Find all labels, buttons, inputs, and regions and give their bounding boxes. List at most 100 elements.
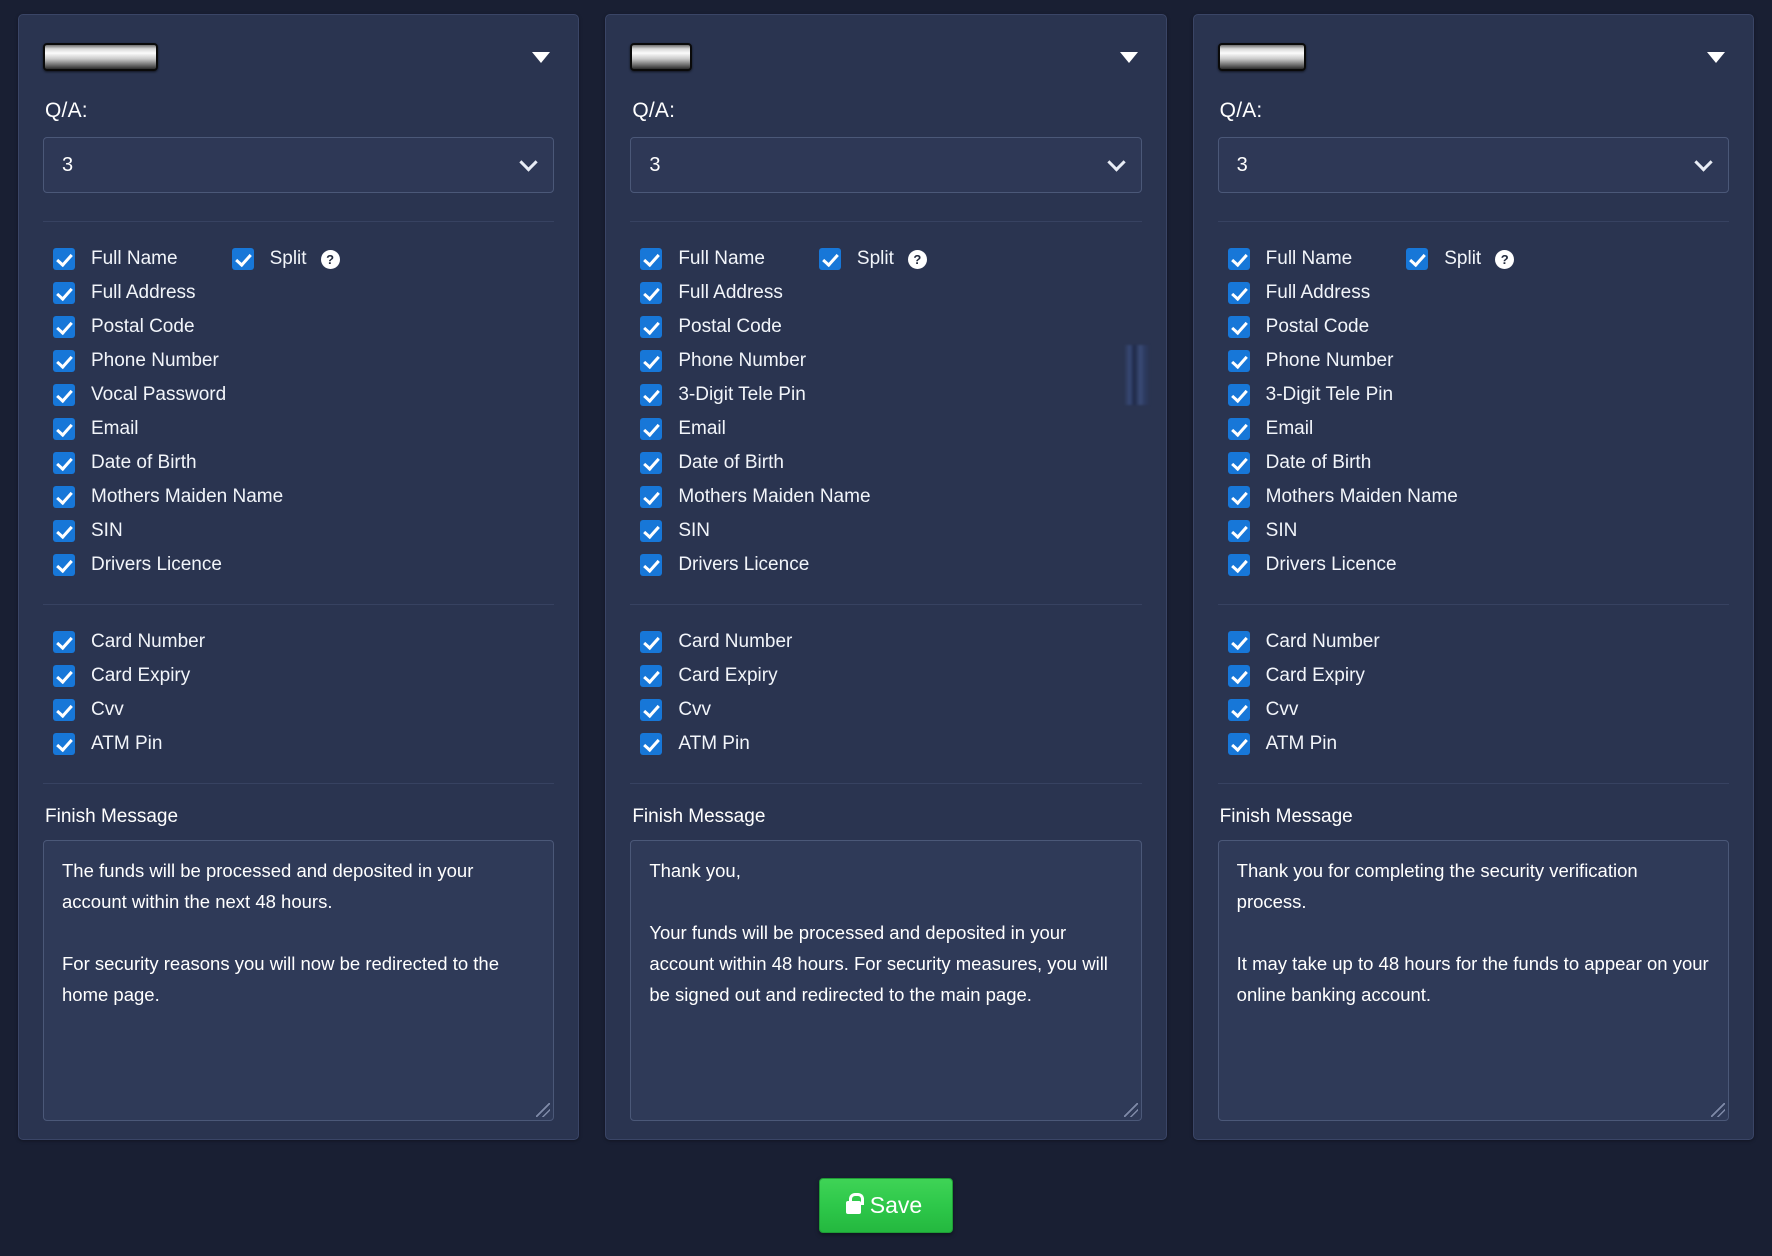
field-checkbox[interactable] xyxy=(53,486,75,508)
qa-select[interactable]: 3 xyxy=(43,137,554,193)
spacer xyxy=(1218,586,1729,604)
finish-message-input[interactable]: Thank you for completing the security ve… xyxy=(1218,840,1729,1121)
field-checkbox[interactable] xyxy=(640,554,662,576)
field-checkbox[interactable] xyxy=(53,418,75,440)
field-checkbox[interactable] xyxy=(53,248,75,270)
field-row: SIN xyxy=(1228,514,1729,548)
split-checkbox[interactable] xyxy=(232,248,254,270)
divider xyxy=(1218,604,1729,605)
spacer xyxy=(43,765,554,783)
card-field-row: ATM Pin xyxy=(1228,727,1729,761)
card-field-checkbox[interactable] xyxy=(53,699,75,721)
finish-message-input[interactable]: Thank you, Your funds will be processed … xyxy=(630,840,1141,1121)
redacted-title-bar xyxy=(43,43,158,71)
field-checkbox[interactable] xyxy=(53,282,75,304)
card-field-checkbox[interactable] xyxy=(640,733,662,755)
divider xyxy=(43,783,554,784)
card-field-checkbox[interactable] xyxy=(1228,631,1250,653)
field-checkbox[interactable] xyxy=(1228,248,1250,270)
redacted-title-bar xyxy=(630,43,692,71)
qa-select-value: 3 xyxy=(1237,154,1248,177)
field-row: 3-Digit Tele Pin xyxy=(1228,378,1729,412)
field-checkbox[interactable] xyxy=(640,248,662,270)
split-label: Split xyxy=(1444,248,1481,270)
help-icon[interactable]: ? xyxy=(908,250,927,269)
field-row: Date of Birth xyxy=(640,446,1141,480)
field-checkbox[interactable] xyxy=(1228,282,1250,304)
config-panel: Q/A:3Full NameSplit?Full AddressPostal C… xyxy=(18,14,579,1140)
field-label: Date of Birth xyxy=(91,452,197,474)
card-field-checkbox[interactable] xyxy=(640,631,662,653)
qa-select[interactable]: 3 xyxy=(1218,137,1729,193)
field-checkbox[interactable] xyxy=(1228,520,1250,542)
app-root: Q/A:3Full NameSplit?Full AddressPostal C… xyxy=(0,0,1772,1256)
field-checkbox[interactable] xyxy=(640,418,662,440)
field-checkbox[interactable] xyxy=(640,350,662,372)
field-checkbox[interactable] xyxy=(1228,452,1250,474)
field-checkbox[interactable] xyxy=(640,520,662,542)
field-checkbox[interactable] xyxy=(53,350,75,372)
split-option: Split? xyxy=(1406,248,1514,270)
card-field-label: Card Number xyxy=(678,631,792,653)
card-field-checkbox[interactable] xyxy=(53,733,75,755)
help-icon[interactable]: ? xyxy=(1495,250,1514,269)
card-field-checkbox[interactable] xyxy=(53,665,75,687)
divider xyxy=(630,604,1141,605)
panel-header xyxy=(43,37,554,77)
field-label: Phone Number xyxy=(678,350,806,372)
panel-header xyxy=(630,37,1141,77)
chevron-down-icon[interactable] xyxy=(532,52,550,63)
field-checkbox[interactable] xyxy=(640,384,662,406)
field-checkbox[interactable] xyxy=(1228,554,1250,576)
card-field-checkbox[interactable] xyxy=(1228,665,1250,687)
field-checkbox[interactable] xyxy=(640,282,662,304)
card-field-checkbox[interactable] xyxy=(640,665,662,687)
save-button[interactable]: Save xyxy=(819,1178,953,1233)
help-icon[interactable]: ? xyxy=(321,250,340,269)
card-field-row: Cvv xyxy=(1228,693,1729,727)
split-checkbox[interactable] xyxy=(1406,248,1428,270)
qa-label: Q/A: xyxy=(1220,99,1729,123)
card-field-label: Cvv xyxy=(91,699,124,721)
field-label: Full Name xyxy=(678,248,765,270)
finish-message-input[interactable]: The funds will be processed and deposite… xyxy=(43,840,554,1121)
finish-message-label: Finish Message xyxy=(45,806,554,828)
qa-select[interactable]: 3 xyxy=(630,137,1141,193)
field-row: Email xyxy=(640,412,1141,446)
field-checkbox[interactable] xyxy=(53,452,75,474)
field-label: Drivers Licence xyxy=(678,554,809,576)
save-button-label: Save xyxy=(870,1192,922,1219)
field-checkbox[interactable] xyxy=(640,452,662,474)
spacer xyxy=(630,765,1141,783)
field-checkbox[interactable] xyxy=(640,486,662,508)
divider xyxy=(1218,783,1729,784)
chevron-down-icon[interactable] xyxy=(1707,52,1725,63)
field-checkbox[interactable] xyxy=(53,520,75,542)
field-row: Full NameSplit? xyxy=(53,242,554,276)
field-checkbox[interactable] xyxy=(1228,486,1250,508)
redacted-title-bar xyxy=(1218,43,1306,71)
field-label: Drivers Licence xyxy=(91,554,222,576)
field-row: Drivers Licence xyxy=(640,548,1141,582)
field-checkbox[interactable] xyxy=(53,384,75,406)
field-checkbox[interactable] xyxy=(53,554,75,576)
field-checkbox[interactable] xyxy=(1228,350,1250,372)
field-row: Date of Birth xyxy=(53,446,554,480)
split-label: Split xyxy=(857,248,894,270)
card-field-row: Card Number xyxy=(640,625,1141,659)
field-checkbox[interactable] xyxy=(1228,316,1250,338)
field-checkbox[interactable] xyxy=(1228,384,1250,406)
card-field-row: Cvv xyxy=(53,693,554,727)
card-field-checkbox[interactable] xyxy=(640,699,662,721)
field-checkbox[interactable] xyxy=(1228,418,1250,440)
field-checkbox[interactable] xyxy=(640,316,662,338)
field-label: 3-Digit Tele Pin xyxy=(1266,384,1393,406)
split-checkbox[interactable] xyxy=(819,248,841,270)
card-field-checkbox[interactable] xyxy=(53,631,75,653)
card-field-label: Card Expiry xyxy=(91,665,190,687)
card-field-checkbox[interactable] xyxy=(1228,699,1250,721)
chevron-down-icon[interactable] xyxy=(1120,52,1138,63)
field-checkbox[interactable] xyxy=(53,316,75,338)
field-label: SIN xyxy=(1266,520,1298,542)
card-field-checkbox[interactable] xyxy=(1228,733,1250,755)
